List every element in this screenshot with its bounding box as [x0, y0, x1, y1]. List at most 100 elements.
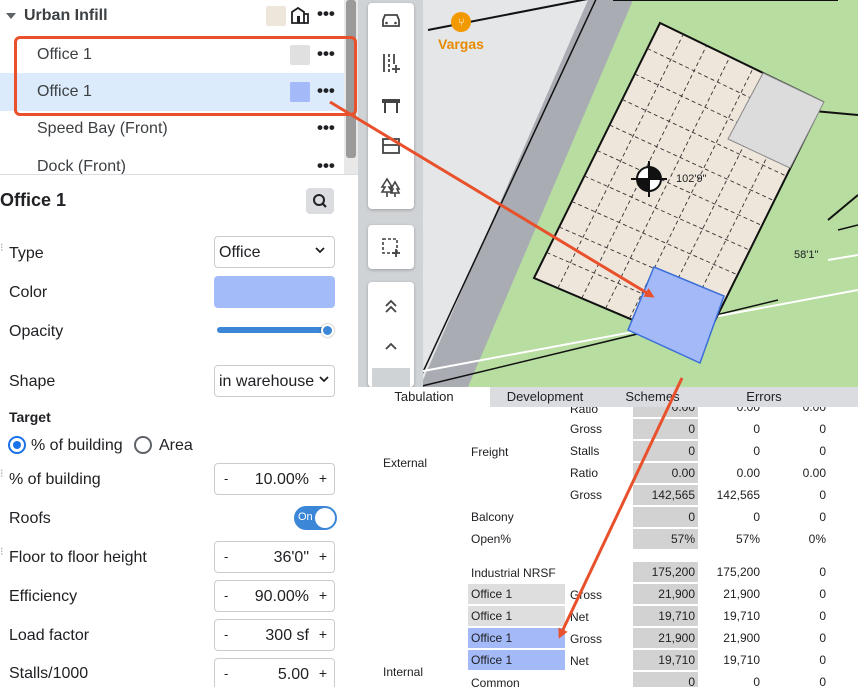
decrement-button[interactable]: - — [224, 627, 228, 642]
value-cell: 0.00 — [802, 407, 826, 414]
car-tool-button[interactable] — [368, 3, 414, 39]
value-cell: 0.00 — [736, 407, 760, 414]
stalls-value[interactable]: 5.00 — [278, 666, 309, 684]
floor-height-value[interactable]: 36'0" — [274, 549, 309, 567]
increment-button[interactable]: + — [319, 548, 327, 564]
pct-building-stepper[interactable]: - 10.00% + — [214, 463, 335, 495]
load-factor-stepper[interactable]: - 300 sf + — [214, 619, 335, 651]
add-grid-tool-button[interactable] — [368, 45, 414, 81]
move-up-button[interactable] — [368, 328, 414, 364]
value-cell: 21,900 — [723, 587, 760, 601]
search-icon — [313, 194, 327, 208]
dock-tool-button[interactable] — [368, 128, 414, 164]
dimension-label: 102'9" — [676, 173, 707, 185]
tab-tabulation[interactable]: Tabulation — [358, 387, 490, 407]
efficiency-value[interactable]: 90.00% — [255, 588, 309, 606]
tab-schemes[interactable]: Schemes — [600, 387, 705, 407]
value-cell: 19,710 — [723, 653, 760, 667]
value-cell: 0.00 — [633, 407, 698, 417]
trees-tool-button[interactable] — [368, 170, 414, 206]
increment-button[interactable]: + — [319, 587, 327, 603]
decrement-button[interactable]: - — [224, 666, 228, 681]
value-cell: 21,900 — [723, 631, 760, 645]
value-cell: 142,565 — [633, 485, 698, 505]
more-icon[interactable]: ••• — [317, 118, 335, 138]
scheme-name-cell: Office 1 — [468, 584, 565, 604]
value-cell: 0 — [819, 609, 826, 623]
caret-down-icon[interactable] — [6, 13, 16, 19]
roofs-toggle[interactable]: On — [294, 506, 337, 530]
pct-building-value[interactable]: 10.00% — [255, 471, 309, 489]
tree-group-urban-infill[interactable]: Urban Infill ••• — [0, 0, 344, 38]
scheme-name-cell: Office 1 — [468, 650, 565, 670]
value-cell: 0 — [633, 672, 698, 687]
value-cell: 0 — [819, 675, 826, 687]
value-cell: 0 — [633, 507, 698, 527]
site-map[interactable]: ⑂ Vargas 102'9" 58'1" ration — [358, 0, 858, 387]
metric-label: Ratio — [570, 407, 599, 416]
drag-handle-icon[interactable]: ⁝ — [0, 243, 4, 254]
tab-development[interactable]: Development — [490, 387, 600, 407]
shape-select[interactable]: in warehouse — [214, 365, 335, 397]
decrement-button[interactable]: - — [224, 549, 228, 564]
roofs-label: Roofs — [9, 510, 51, 527]
chevron-down-icon — [318, 373, 330, 388]
increment-button[interactable]: + — [319, 626, 327, 642]
type-label: Type — [9, 245, 44, 262]
radio-pct-building-label: % of building — [31, 437, 123, 454]
stalls-label: Stalls/1000 — [9, 665, 89, 682]
metric-label: Net — [570, 654, 589, 668]
radio-area[interactable] — [134, 436, 152, 454]
decrement-button[interactable]: - — [224, 471, 228, 486]
common-label: Common — [471, 676, 520, 687]
search-button[interactable] — [306, 188, 334, 214]
scheme-name-cell: Office 1 — [468, 628, 565, 648]
properties-title: Office 1 — [0, 190, 67, 210]
industrial-label: Industrial NRSF — [471, 566, 556, 580]
radio-pct-building[interactable] — [8, 436, 26, 454]
tree-item-label: Speed Bay (Front) — [37, 120, 168, 137]
stalls-stepper[interactable]: - 5.00 + — [214, 658, 335, 687]
efficiency-stepper[interactable]: - 90.00% + — [214, 580, 335, 612]
poi-label[interactable]: Vargas — [438, 36, 484, 52]
opacity-label: Opacity — [9, 323, 64, 340]
tab-errors[interactable]: Errors — [705, 387, 823, 407]
value-cell: 0 — [753, 444, 760, 458]
type-select-value: Office — [219, 244, 261, 261]
car-icon — [382, 14, 400, 27]
value-cell: 0 — [819, 488, 826, 502]
floor-height-stepper[interactable]: - 36'0" + — [214, 541, 335, 573]
increment-button[interactable]: + — [319, 470, 327, 486]
decrement-button[interactable]: - — [224, 588, 228, 603]
opacity-slider-thumb[interactable] — [321, 324, 334, 337]
value-cell: 0 — [819, 422, 826, 436]
barrier-tool-button[interactable] — [368, 87, 414, 123]
tree-item-dock[interactable]: Dock (Front) ••• — [0, 148, 344, 174]
load-factor-value[interactable]: 300 sf — [265, 627, 309, 645]
value-cell: 175,200 — [633, 562, 698, 582]
more-icon[interactable]: ••• — [317, 4, 335, 24]
value-cell: 21,900 — [633, 628, 698, 648]
add-shape-button[interactable] — [368, 229, 414, 265]
drag-handle-icon[interactable]: ⁝ — [0, 469, 4, 480]
more-icon[interactable]: ••• — [317, 156, 335, 174]
radio-area-label: Area — [159, 437, 193, 454]
group-swatch[interactable] — [266, 6, 286, 26]
type-select[interactable]: Office — [214, 236, 335, 268]
opacity-slider[interactable] — [217, 327, 333, 333]
move-to-top-button[interactable] — [368, 288, 414, 324]
properties-panel: Office 1 ⁝ Type Office Color Opacity Sha… — [0, 174, 358, 687]
building-icon[interactable] — [290, 5, 310, 30]
side-label: 58'1" — [794, 249, 819, 261]
drag-handle-icon[interactable]: ⁝ — [0, 547, 4, 558]
value-cell: 19,710 — [633, 650, 698, 670]
value-cell: 57% — [633, 529, 698, 549]
increment-button[interactable]: + — [319, 665, 327, 681]
metric-label: Gross — [570, 588, 603, 602]
color-swatch[interactable] — [214, 276, 335, 308]
value-cell: 21,900 — [633, 584, 698, 604]
value-cell: 0.00 — [736, 466, 760, 480]
value-cell: 0 — [633, 419, 698, 439]
value-cell: 0.00 — [633, 463, 698, 483]
toolbar-next-button[interactable] — [372, 368, 410, 387]
